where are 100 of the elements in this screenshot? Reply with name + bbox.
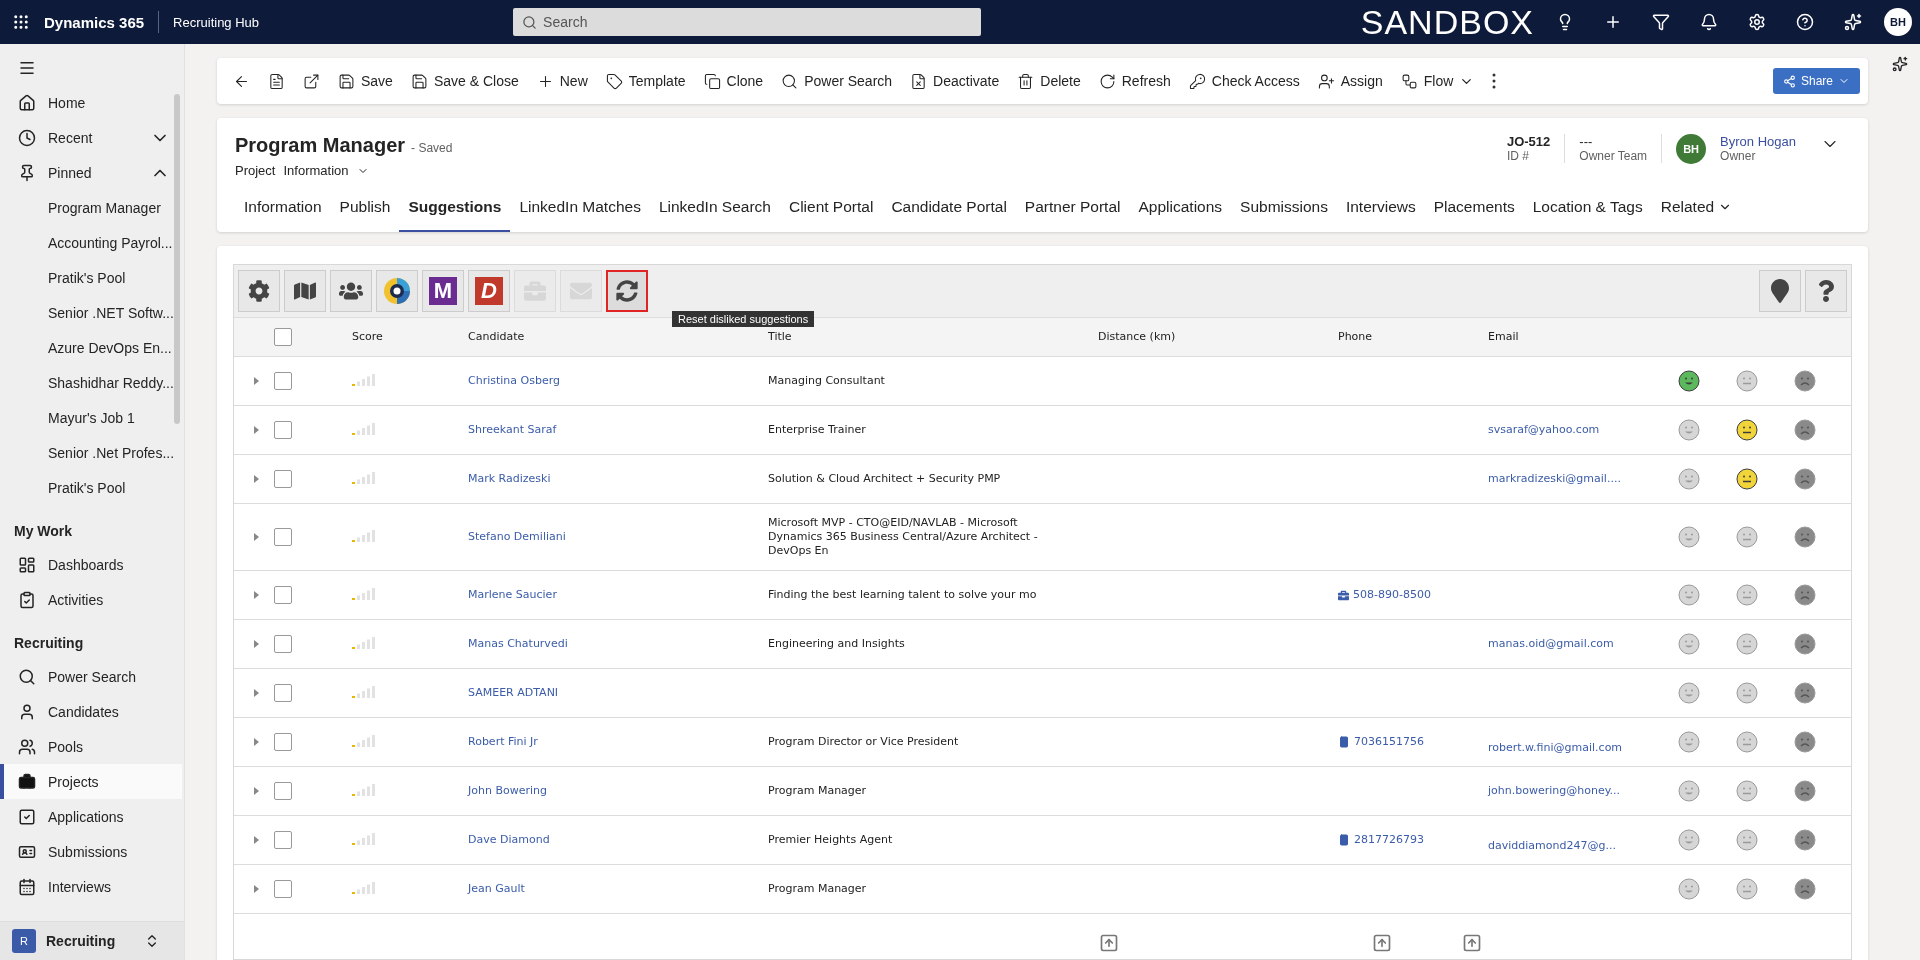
pinned-item[interactable]: Senior .NET Softw... — [0, 295, 182, 330]
column-header[interactable]: Score — [332, 330, 391, 344]
row-checkbox[interactable] — [274, 733, 292, 751]
tab[interactable]: Suggestions — [399, 190, 511, 232]
sad-face-icon[interactable] — [1794, 829, 1816, 851]
sad-face-icon[interactable] — [1794, 731, 1816, 753]
row-checkbox[interactable] — [274, 470, 292, 488]
candidate-link[interactable]: Shreekant Saraf — [468, 423, 565, 437]
nav-item[interactable]: Home — [0, 85, 182, 120]
smiley-icon[interactable] — [1678, 370, 1700, 392]
area-switcher[interactable]: R Recruiting — [0, 921, 184, 960]
tab[interactable]: Partner Portal — [1015, 190, 1130, 232]
tab[interactable]: Submissions — [1231, 190, 1337, 232]
pinned-item[interactable]: Mayur's Job 1 — [0, 400, 182, 435]
nav-item[interactable]: Dashboards — [0, 547, 182, 582]
column-header[interactable]: Distance (km) — [1098, 330, 1184, 344]
phone-link[interactable]: 508-890-8500 — [1338, 588, 1439, 602]
email-link[interactable]: robert.w.fini@gmail.com — [1488, 741, 1631, 755]
tab[interactable]: Information — [235, 190, 331, 232]
row-checkbox[interactable] — [274, 782, 292, 800]
help-icon[interactable] — [1796, 13, 1814, 31]
sparkle-icon[interactable] — [1892, 56, 1908, 72]
sad-face-icon[interactable] — [1794, 780, 1816, 802]
upload-icon[interactable] — [1099, 933, 1119, 953]
neutral-face-icon[interactable] — [1736, 468, 1758, 490]
filter-icon[interactable] — [1652, 13, 1670, 31]
sad-face-icon[interactable] — [1794, 370, 1816, 392]
upload-icon[interactable] — [1372, 933, 1392, 953]
tab[interactable]: Placements — [1424, 190, 1524, 232]
app-launcher-icon[interactable] — [12, 13, 30, 31]
pinned-item[interactable]: Shashidhar Reddy... — [0, 365, 182, 400]
command-button[interactable]: Save — [330, 64, 401, 98]
neutral-face-icon[interactable] — [1736, 419, 1758, 441]
nav-item[interactable]: Submissions — [0, 834, 182, 869]
nav-item[interactable]: Power Search — [0, 659, 182, 694]
command-button[interactable]: Assign — [1309, 64, 1391, 98]
pinned-item[interactable]: Azure DevOps En... — [0, 330, 182, 365]
tab[interactable]: LinkedIn Search — [649, 190, 780, 232]
sad-face-icon[interactable] — [1794, 633, 1816, 655]
sad-face-icon[interactable] — [1794, 682, 1816, 704]
candidate-link[interactable]: Robert Fini Jr — [468, 735, 546, 749]
command-button[interactable]: Deactivate — [902, 64, 1008, 98]
pinned-item[interactable]: Pratik's Pool — [0, 260, 182, 295]
bell-icon[interactable] — [1700, 13, 1718, 31]
sad-face-icon[interactable] — [1794, 584, 1816, 606]
sad-face-icon[interactable] — [1794, 526, 1816, 548]
nav-group[interactable]: Pinned — [0, 155, 182, 190]
nav-group[interactable]: Recent — [0, 120, 182, 155]
email-link[interactable]: daviddiamond247@g... — [1488, 839, 1624, 853]
select-all-checkbox[interactable] — [274, 328, 292, 346]
search-field[interactable]: Search — [513, 8, 982, 36]
phone-link[interactable]: 7036151756 — [1338, 735, 1432, 749]
row-checkbox[interactable] — [274, 372, 292, 390]
command-button[interactable]: Power Search — [773, 64, 901, 98]
command-button[interactable]: New — [528, 64, 596, 98]
candidate-link[interactable]: Jean Gault — [468, 882, 533, 896]
sad-face-icon[interactable] — [1794, 419, 1816, 441]
form-selector[interactable]: Information — [283, 163, 349, 178]
toolbar-button[interactable] — [606, 270, 648, 312]
row-checkbox[interactable] — [274, 635, 292, 653]
nav-item[interactable]: Activities — [0, 582, 182, 617]
column-header[interactable]: Title — [768, 330, 800, 344]
column-header[interactable]: Email — [1488, 330, 1527, 344]
tab[interactable]: Interviews — [1336, 190, 1425, 232]
command-button[interactable]: Save & Close — [402, 64, 527, 98]
upload-icon[interactable] — [1462, 933, 1482, 953]
tab[interactable]: Client Portal — [779, 190, 883, 232]
command-button[interactable]: Clone — [695, 64, 772, 98]
tab[interactable]: Applications — [1129, 190, 1232, 232]
candidate-link[interactable]: Dave Diamond — [468, 833, 558, 847]
tab[interactable]: Publish — [330, 190, 400, 232]
app-name[interactable]: Dynamics 365 — [44, 13, 145, 31]
pinned-item[interactable]: Senior .Net Profes... — [0, 435, 182, 470]
share-button[interactable]: Share — [1772, 68, 1860, 94]
tab[interactable]: Related — [1651, 190, 1742, 232]
row-checkbox[interactable] — [274, 831, 292, 849]
candidate-link[interactable]: SAMEER ADTANI — [468, 686, 567, 700]
command-menu-button[interactable]: Flow — [1392, 64, 1483, 98]
pinned-item[interactable]: Pratik's Pool — [0, 470, 182, 505]
candidate-link[interactable]: John Bowering — [468, 784, 555, 798]
settings-icon[interactable] — [1748, 13, 1766, 31]
email-link[interactable]: john.bowering@honey... — [1488, 784, 1629, 798]
nav-item[interactable]: Pools — [0, 729, 182, 764]
tab[interactable]: LinkedIn Matches — [510, 190, 650, 232]
candidate-link[interactable]: Stefano Demiliani — [468, 530, 574, 544]
row-checkbox[interactable] — [274, 528, 292, 546]
nav-item[interactable]: Interviews — [0, 869, 182, 904]
command-button[interactable]: Delete — [1009, 64, 1089, 98]
row-checkbox[interactable] — [274, 684, 292, 702]
toolbar-button[interactable]: D — [468, 270, 510, 312]
owner-link[interactable]: Byron Hogan — [1720, 134, 1796, 149]
user-avatar[interactable]: BH — [1884, 8, 1912, 36]
row-checkbox[interactable] — [274, 586, 292, 604]
email-link[interactable]: manas.oid@gmail.com — [1488, 637, 1622, 651]
email-link[interactable]: svsaraf@yahoo.com — [1488, 423, 1608, 437]
candidate-link[interactable]: Manas Chaturvedi — [468, 637, 576, 651]
row-checkbox[interactable] — [274, 880, 292, 898]
nav-item[interactable]: Candidates — [0, 694, 182, 729]
sad-face-icon[interactable] — [1794, 468, 1816, 490]
candidate-link[interactable]: Mark Radizeski — [468, 472, 559, 486]
